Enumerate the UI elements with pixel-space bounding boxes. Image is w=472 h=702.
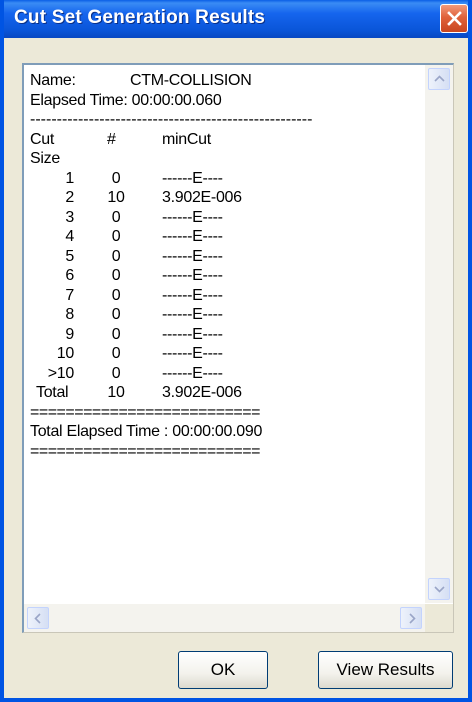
name-label: Name: — [30, 72, 76, 89]
view-results-button[interactable]: View Results — [318, 651, 453, 689]
scroll-right-button[interactable] — [400, 607, 422, 629]
cut-size-row: 6 0 ------E---- — [30, 266, 425, 286]
total-mincut: 3.902E-006 — [162, 384, 242, 401]
cut-size-value: 6 — [65, 267, 74, 284]
cut-size-row: 9 0 ------E---- — [30, 325, 425, 345]
cut-size-value: 9 — [65, 325, 74, 343]
mincut-value: ------E---- — [162, 267, 223, 284]
cut-count-value: 0 — [111, 345, 121, 362]
cut-size-value: 1 — [65, 169, 74, 187]
equals-separator-1: ========================== — [30, 403, 260, 421]
mincut-value: ------E---- — [162, 306, 223, 323]
total-count: 10 — [107, 384, 125, 401]
scroll-left-icon — [34, 613, 41, 624]
scroll-up-icon — [434, 75, 445, 82]
scroll-down-icon — [434, 586, 445, 593]
header-size: Size — [30, 150, 60, 167]
scroll-left-button[interactable] — [27, 607, 49, 629]
close-button[interactable] — [440, 4, 468, 33]
equals-separator-2: ========================== — [30, 442, 260, 460]
scroll-right-icon — [409, 613, 416, 624]
header-size-row: Size — [30, 149, 425, 169]
window-title: Cut Set Generation Results — [14, 7, 266, 28]
header-count: # — [107, 130, 116, 148]
cut-size-value: 5 — [65, 247, 74, 265]
scrollbar-corner — [425, 604, 453, 632]
cut-count-value: 0 — [111, 169, 121, 187]
results-content: Name: CTM-COLLISION Elapsed Time: 00:00:… — [30, 71, 425, 595]
header-cut: Cut — [30, 130, 54, 148]
mincut-value: ------E---- — [162, 345, 223, 362]
mincut-value: ------E---- — [162, 228, 223, 245]
mincut-value: ------E---- — [162, 286, 223, 304]
vertical-scrollbar[interactable] — [425, 65, 453, 603]
cut-count-value: 0 — [111, 247, 121, 265]
cut-size-value: 7 — [65, 286, 74, 304]
cut-count-value: 0 — [111, 208, 121, 226]
elapsed-time-line: Elapsed Time: 00:00:00.060 — [30, 91, 222, 109]
mincut-value: ------E---- — [162, 364, 223, 382]
title-bar[interactable]: Cut Set Generation Results — [4, 0, 468, 38]
horizontal-scrollbar[interactable] — [24, 604, 425, 632]
cut-count-value: 0 — [111, 267, 121, 284]
results-dialog: Cut Set Generation Results Name: CTM-COL… — [0, 0, 472, 702]
cut-size-value: >10 — [47, 364, 75, 382]
cut-size-row: 4 0 ------E---- — [30, 227, 425, 247]
cut-count-value: 0 — [111, 286, 121, 304]
cut-count-value: 0 — [111, 306, 121, 323]
cut-count-value: 0 — [111, 364, 121, 382]
cut-count-value: 10 — [107, 189, 125, 206]
cut-size-row: 5 0 ------E---- — [30, 247, 425, 267]
header-mincut: minCut — [162, 130, 211, 148]
total-row: Total 10 3.902E-006 — [30, 383, 425, 403]
cut-size-value: 2 — [65, 189, 74, 206]
mincut-value: ------E---- — [162, 247, 223, 265]
name-value: CTM-COLLISION — [130, 72, 252, 89]
total-label: Total — [36, 384, 69, 401]
cut-size-row: 10 0 ------E---- — [30, 344, 425, 364]
mincut-value: ------E---- — [162, 325, 223, 343]
cut-size-row: 7 0 ------E---- — [30, 286, 425, 306]
cut-count-value: 0 — [111, 325, 121, 343]
dash-separator: ----------------------------------------… — [30, 111, 313, 128]
mincut-value: ------E---- — [162, 208, 223, 226]
cut-size-value: 3 — [65, 208, 74, 226]
cut-size-value: 4 — [65, 228, 74, 245]
cut-count-value: 0 — [111, 228, 121, 245]
cut-size-row: 1 0 ------E---- — [30, 169, 425, 189]
ok-button[interactable]: OK — [178, 651, 268, 689]
name-line: Name: CTM-COLLISION — [30, 71, 425, 91]
total-elapsed-line: Total Elapsed Time : 00:00:00.090 — [30, 423, 263, 440]
close-x-icon — [447, 11, 462, 26]
scroll-up-button[interactable] — [428, 68, 450, 90]
cut-size-row: 2 10 3.902E-006 — [30, 188, 425, 208]
mincut-value: ------E---- — [162, 169, 223, 187]
cut-size-row: 8 0 ------E---- — [30, 305, 425, 325]
results-text-area[interactable]: Name: CTM-COLLISION Elapsed Time: 00:00:… — [22, 63, 454, 633]
mincut-value: 3.902E-006 — [162, 189, 242, 206]
cut-size-rows: 1 0 ------E---- 2 10 3.902E-006 3 0 ------E---- 4… — [30, 169, 425, 384]
cut-size-row: 3 0 ------E---- — [30, 208, 425, 228]
cut-size-row: >10 0 ------E---- — [30, 364, 425, 384]
scroll-down-button[interactable] — [428, 578, 450, 600]
cut-size-value: 10 — [56, 345, 75, 362]
header-row: Cut # minCut — [30, 130, 425, 150]
cut-size-value: 8 — [65, 306, 74, 323]
